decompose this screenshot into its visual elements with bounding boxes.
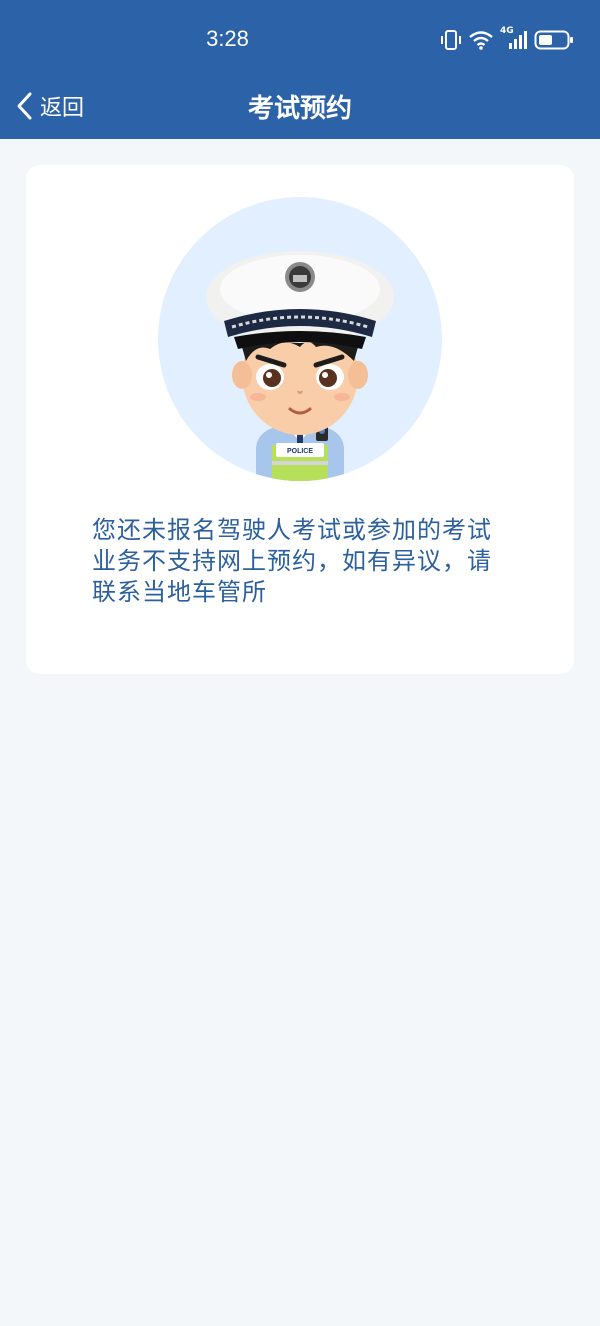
nav-bar: 返回 考试预约 [0, 80, 600, 139]
page-title: 考试预约 [247, 94, 352, 124]
wifi-icon [469, 31, 493, 50]
no-registration-message: 您还未报名驾驶人考试或参加的考试业务不支持网上预约，如有异议，请联系当地车管所 [92, 516, 492, 606]
status-icons: 4G [440, 26, 574, 54]
police-officer-illustration: POLICE [158, 197, 442, 481]
header-bar: 3:28 4G 返回 考试预约 [0, 0, 600, 139]
signal-icon: 4G [500, 26, 528, 51]
battery-icon [534, 30, 573, 50]
status-time: 3:28 [206, 26, 249, 51]
police-badge-label: POLICE [287, 448, 313, 455]
vibrate-icon [441, 30, 461, 50]
notice-card: POLICE 您还未报名驾驶人考试或参加的考试业务不支持网上预约，如有异议，请联… [26, 165, 574, 674]
status-bar: 3:28 4G [0, 0, 600, 80]
